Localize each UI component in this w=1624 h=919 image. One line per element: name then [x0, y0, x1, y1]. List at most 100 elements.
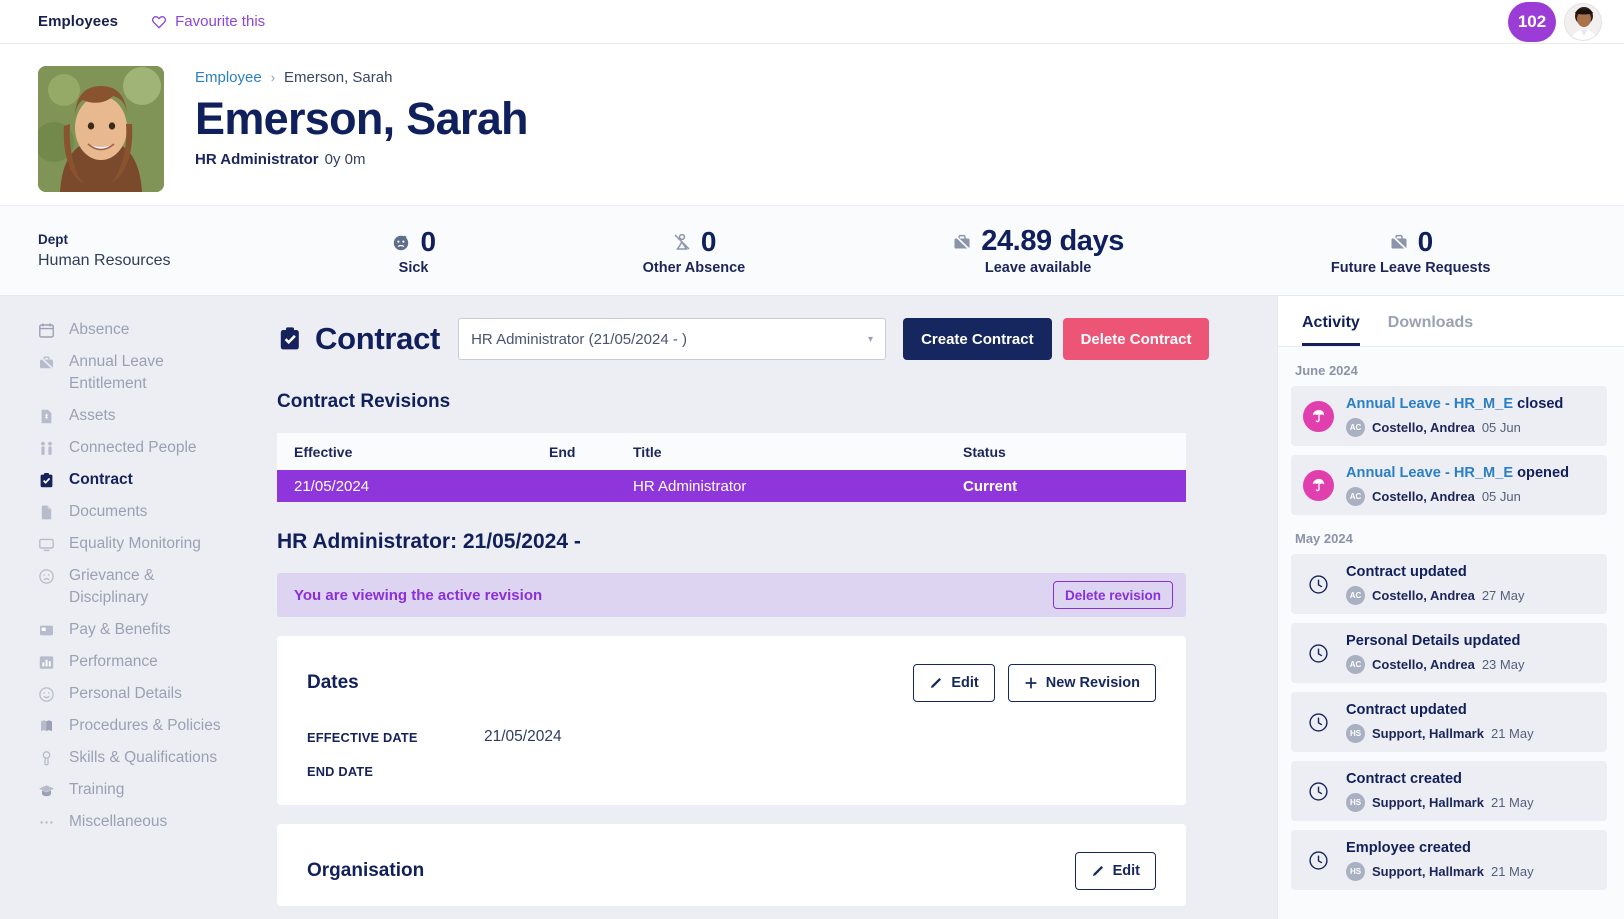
people-icon	[38, 440, 55, 457]
sidebar-item-pay-benefits[interactable]: Pay & Benefits	[38, 614, 277, 646]
activity-item[interactable]: Contract updated HS Support, Hallmark 21…	[1291, 692, 1607, 752]
activity-item-date: 21 May	[1490, 864, 1534, 879]
sidebar-item-absence[interactable]: Absence	[38, 314, 277, 346]
activity-item[interactable]: Personal Details updated AC Costello, An…	[1291, 623, 1607, 683]
sad-face-icon	[38, 568, 55, 585]
sidebar-item-documents[interactable]: Documents	[38, 496, 277, 528]
clipboard-check-icon	[277, 326, 303, 352]
favourite-this-button[interactable]: Favourite this	[151, 13, 265, 30]
activity-item-sub: HS Support, Hallmark 21 May	[1346, 793, 1534, 812]
create-contract-button[interactable]: Create Contract	[903, 318, 1052, 360]
activity-item[interactable]: Annual Leave - HR_M_E opened AC Costello…	[1291, 455, 1607, 515]
sidebar-item-training[interactable]: Training	[38, 774, 277, 806]
sidebar-item-label: Performance	[69, 653, 158, 670]
employee-role-line: HR Administrator 0y 0m	[195, 151, 528, 168]
breadcrumb-link-employee[interactable]: Employee	[195, 69, 262, 86]
user-avatar[interactable]	[1564, 2, 1602, 41]
avatar: HS	[1346, 724, 1365, 743]
sidebar-item-label: Contract	[69, 471, 133, 488]
activity-month-heading: May 2024	[1295, 531, 1353, 546]
sidebar-item-connected-people[interactable]: Connected People	[38, 432, 277, 464]
sidebar-item-personal-details[interactable]: Personal Details	[38, 678, 277, 710]
breadcrumb-current: Emerson, Sarah	[284, 69, 393, 86]
contract-revisions-title: Contract Revisions	[277, 391, 451, 412]
activity-item-title: Personal Details updated	[1346, 633, 1521, 649]
sidebar-item-label: Connected People	[69, 439, 197, 456]
contract-select[interactable]: HR Administrator (21/05/2024 - ) ▾	[458, 318, 887, 360]
end-date-label: END DATE	[307, 764, 374, 779]
sidebar-item-label: Procedures & Policies	[69, 717, 221, 734]
activity-item[interactable]: Annual Leave - HR_M_E closed AC Costello…	[1291, 386, 1607, 446]
sidebar-item-procedures-policies[interactable]: Procedures & Policies	[38, 710, 277, 742]
smiley-icon	[38, 686, 55, 703]
activity-item[interactable]: Contract updated AC Costello, Andrea 27 …	[1291, 554, 1607, 614]
new-revision-button[interactable]: New Revision	[1007, 664, 1156, 702]
sidebar-item-contract[interactable]: Contract	[38, 464, 277, 496]
tab-activity[interactable]: Activity	[1302, 314, 1360, 346]
activity-item-link[interactable]: Annual Leave - HR_M_E	[1346, 465, 1513, 481]
activity-item-link[interactable]: Annual Leave - HR_M_E	[1346, 396, 1513, 412]
sidebar-item-miscellaneous[interactable]: Miscellaneous	[38, 806, 277, 838]
activity-item[interactable]: Employee created HS Support, Hallmark 21…	[1291, 830, 1607, 890]
employee-header: Employee › Emerson, Sarah Emerson, Sarah…	[0, 44, 1624, 206]
activity-item-icon-wrap	[1303, 642, 1334, 665]
activity-item-title: Contract updated	[1346, 702, 1467, 718]
stat-leave-available: 24.89 days Leave available	[952, 225, 1124, 276]
avatar: HS	[1346, 862, 1365, 881]
clock-icon	[1307, 642, 1330, 665]
top-bar-right: 102	[1508, 1, 1602, 42]
activity-item-sub: HS Support, Hallmark 21 May	[1346, 724, 1534, 743]
delete-contract-button[interactable]: Delete Contract	[1062, 318, 1210, 360]
stats-items: 0 Sick 0 Other Absence 24.89 days Leave …	[288, 225, 1624, 276]
column-header-status: Status	[963, 443, 1006, 460]
organisation-card-actions: Edit	[1074, 852, 1156, 890]
breadcrumb-separator: ›	[270, 70, 276, 85]
activity-panel: Activity Downloads June 2024 Annual Leav…	[1277, 296, 1624, 919]
activity-list[interactable]: June 2024 Annual Leave - HR_M_E closed A…	[1278, 347, 1624, 919]
employee-role: HR Administrator	[195, 150, 319, 168]
stat-future-leave-requests: 0 Future Leave Requests	[1331, 226, 1491, 276]
dates-edit-button[interactable]: Edit	[913, 664, 995, 702]
table-row[interactable]: 21/05/2024 HR Administrator Current	[277, 470, 1186, 502]
column-header-title: Title	[633, 443, 662, 460]
tab-downloads[interactable]: Downloads	[1388, 314, 1473, 346]
activity-item-body: Annual Leave - HR_M_E opened AC Costello…	[1346, 464, 1569, 506]
activity-item-date: 05 Jun	[1481, 420, 1521, 435]
sidebar-item-label: Absence	[69, 321, 130, 338]
activity-item-title: Employee created	[1346, 840, 1471, 856]
sidebar-item-performance[interactable]: Performance	[38, 646, 277, 678]
activity-item-body: Employee created HS Support, Hallmark 21…	[1346, 839, 1534, 881]
sidebar-item-skills-qualifications[interactable]: Skills & Qualifications	[38, 742, 277, 774]
activity-item-body: Contract updated HS Support, Hallmark 21…	[1346, 701, 1534, 743]
dept-value: Human Resources	[38, 251, 171, 269]
avatar: HS	[1346, 793, 1365, 812]
dates-card: Dates Edit New Revision EFFECTIVE DATE 2…	[277, 636, 1186, 805]
employee-tenure: 0y 0m	[324, 150, 366, 168]
organisation-card: Organisation Edit	[277, 824, 1186, 906]
sidebar-item-label: Annual Leave Entitlement	[69, 353, 164, 392]
avatar: AC	[1346, 418, 1365, 437]
activity-item-icon-wrap	[1303, 400, 1334, 432]
clock-icon	[1307, 711, 1330, 734]
avatar: AC	[1346, 487, 1365, 506]
sidebar-item-equality-monitoring[interactable]: Equality Monitoring	[38, 528, 277, 560]
app-root: Employees Favourite this 102 Employee › …	[0, 0, 1624, 919]
pencil-icon	[1091, 864, 1105, 878]
sick-face-icon	[391, 232, 411, 252]
contract-select-value: HR Administrator (21/05/2024 - )	[471, 330, 687, 348]
umbrella-icon	[1303, 469, 1334, 501]
employee-meta: Employee › Emerson, Sarah Emerson, Sarah…	[195, 66, 529, 168]
sidebar-item-label: Grievance & Disciplinary	[69, 567, 155, 606]
stat-other-absence: 0 Other Absence	[643, 226, 746, 276]
activity-item[interactable]: Contract created HS Support, Hallmark 21…	[1291, 761, 1607, 821]
sidebar-item-annual-leave-entitlement[interactable]: Annual Leave Entitlement	[38, 346, 277, 400]
organisation-edit-label: Edit	[1112, 863, 1140, 879]
sidebar-item-grievance-disciplinary[interactable]: Grievance & Disciplinary	[38, 560, 277, 614]
activity-item-sub: AC Costello, Andrea 23 May	[1346, 655, 1524, 674]
sidebar-item-label: Pay & Benefits	[69, 621, 171, 638]
cell-title: HR Administrator	[633, 477, 747, 495]
sidebar-item-assets[interactable]: Assets	[38, 400, 277, 432]
organisation-edit-button[interactable]: Edit	[1074, 852, 1156, 890]
notification-count-badge[interactable]: 102	[1508, 1, 1556, 42]
delete-revision-button[interactable]: Delete revision	[1052, 581, 1173, 609]
